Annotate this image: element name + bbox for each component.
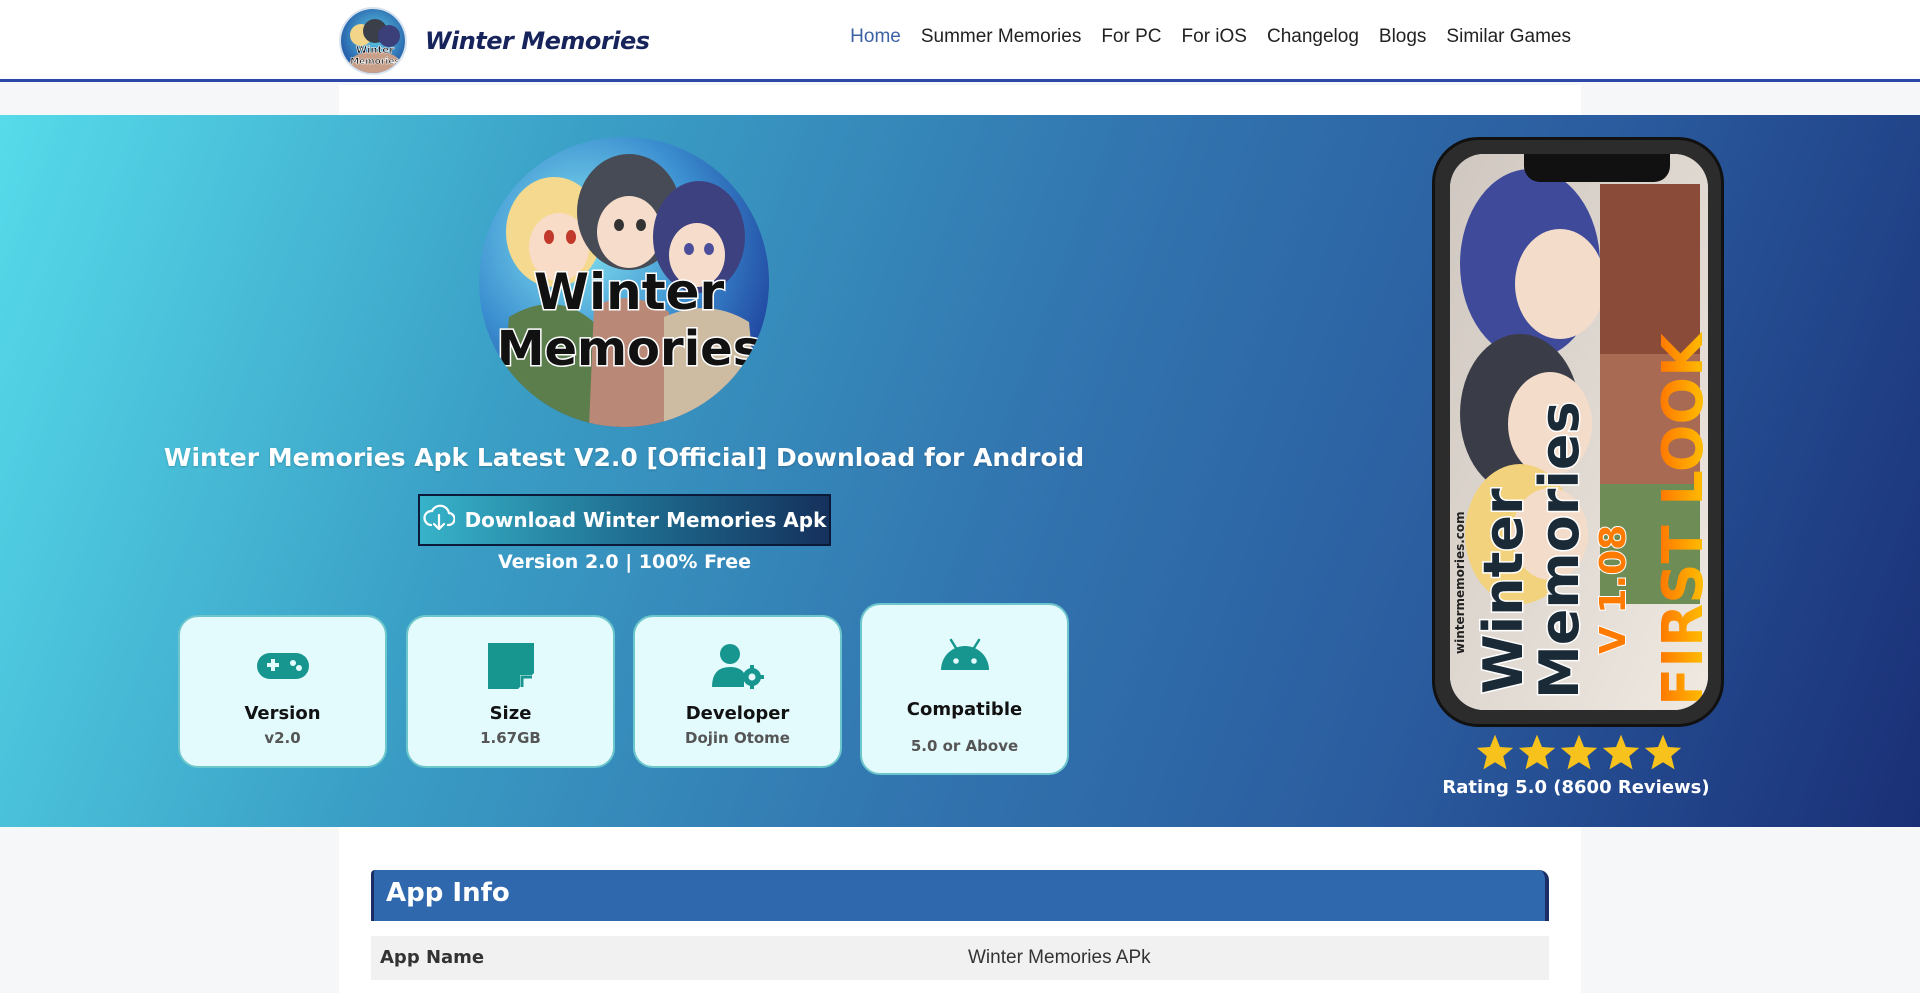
- version-free-text: Version 2.0 | 100% Free: [498, 551, 751, 573]
- phone-screen-image: wintermemories.com Winter Memories V 1.0…: [1450, 154, 1708, 710]
- info-card-compatible: Compatible 5.0 or Above: [860, 603, 1069, 775]
- phone-mockup: wintermemories.com Winter Memories V 1.0…: [1432, 137, 1724, 727]
- card-value: 1.67GB: [480, 729, 541, 747]
- rating-stars: [1474, 733, 1684, 775]
- card-title: Version: [244, 703, 321, 724]
- nav-changelog[interactable]: Changelog: [1267, 26, 1359, 48]
- star-icon: [1559, 733, 1599, 775]
- phone-tag-text: FIRST LOOK: [1651, 331, 1708, 706]
- star-icon: [1475, 733, 1515, 775]
- rating-text: Rating 5.0 (8600 Reviews): [1442, 777, 1710, 798]
- nav-home[interactable]: Home: [850, 26, 901, 48]
- page-container-top: [339, 85, 1581, 115]
- nav-for-ios[interactable]: For iOS: [1182, 26, 1247, 48]
- table-row: App Name Winter Memories APk: [371, 936, 1549, 980]
- nav-blogs[interactable]: Blogs: [1379, 26, 1427, 48]
- info-card-developer: Developer Dojin Otome: [633, 615, 842, 768]
- download-apk-button[interactable]: Download Winter Memories Apk: [418, 494, 831, 546]
- site-header: Winter Memories Winter Memories Home Sum…: [0, 0, 1920, 82]
- site-logo-link[interactable]: Winter Memories Winter Memories: [339, 7, 650, 75]
- star-icon: [1601, 733, 1641, 775]
- app-info-heading: App Info: [371, 870, 1549, 921]
- row-key: App Name: [380, 947, 485, 968]
- game-logo-text-line2: Memories: [497, 321, 762, 377]
- user-gear-icon: [635, 643, 840, 689]
- game-logo-text-line1: Winter: [534, 263, 725, 321]
- card-title: Size: [489, 703, 532, 724]
- game-logo-image: Winter Memories: [479, 137, 769, 427]
- phone-title-line1: Winter: [1472, 488, 1535, 694]
- star-icon: [1643, 733, 1683, 775]
- main-nav: Home Summer Memories For PC For iOS Chan…: [850, 26, 1571, 48]
- app-info-heading-text: App Info: [386, 878, 510, 908]
- site-logo[interactable]: Winter Memories: [339, 7, 407, 75]
- info-card-size: Size 1.67GB: [406, 615, 615, 768]
- row-value: Winter Memories APk: [968, 947, 1151, 968]
- cloud-download-icon: [422, 503, 456, 537]
- info-card-version: Version v2.0: [178, 615, 387, 768]
- download-button-label: Download Winter Memories Apk: [464, 508, 827, 532]
- card-value: v2.0: [264, 729, 301, 747]
- svg-text:Memories: Memories: [350, 57, 400, 67]
- file-icon: [408, 643, 613, 689]
- nav-summer-memories[interactable]: Summer Memories: [921, 26, 1081, 48]
- phone-site-text: wintermemories.com: [1453, 511, 1467, 654]
- card-value: 5.0 or Above: [910, 737, 1019, 755]
- phone-title-line2: Memories: [1528, 401, 1591, 699]
- phone-version-text: V 1.08: [1593, 525, 1634, 654]
- nav-similar-games[interactable]: Similar Games: [1446, 26, 1571, 48]
- card-value: Dojin Otome: [685, 729, 790, 747]
- nav-for-pc[interactable]: For PC: [1101, 26, 1161, 48]
- svg-text:Winter: Winter: [356, 45, 394, 56]
- card-title: Developer: [685, 703, 790, 724]
- site-title[interactable]: Winter Memories: [425, 27, 650, 55]
- hero-section: Winter Memories Winter Memories Apk Late…: [0, 115, 1920, 827]
- page-title: Winter Memories Apk Latest V2.0 [Officia…: [163, 443, 1085, 472]
- card-title: Compatible: [906, 699, 1023, 720]
- gamepad-icon: [180, 643, 385, 689]
- android-icon: [862, 631, 1067, 677]
- phone-notch: [1524, 154, 1670, 182]
- star-icon: [1517, 733, 1557, 775]
